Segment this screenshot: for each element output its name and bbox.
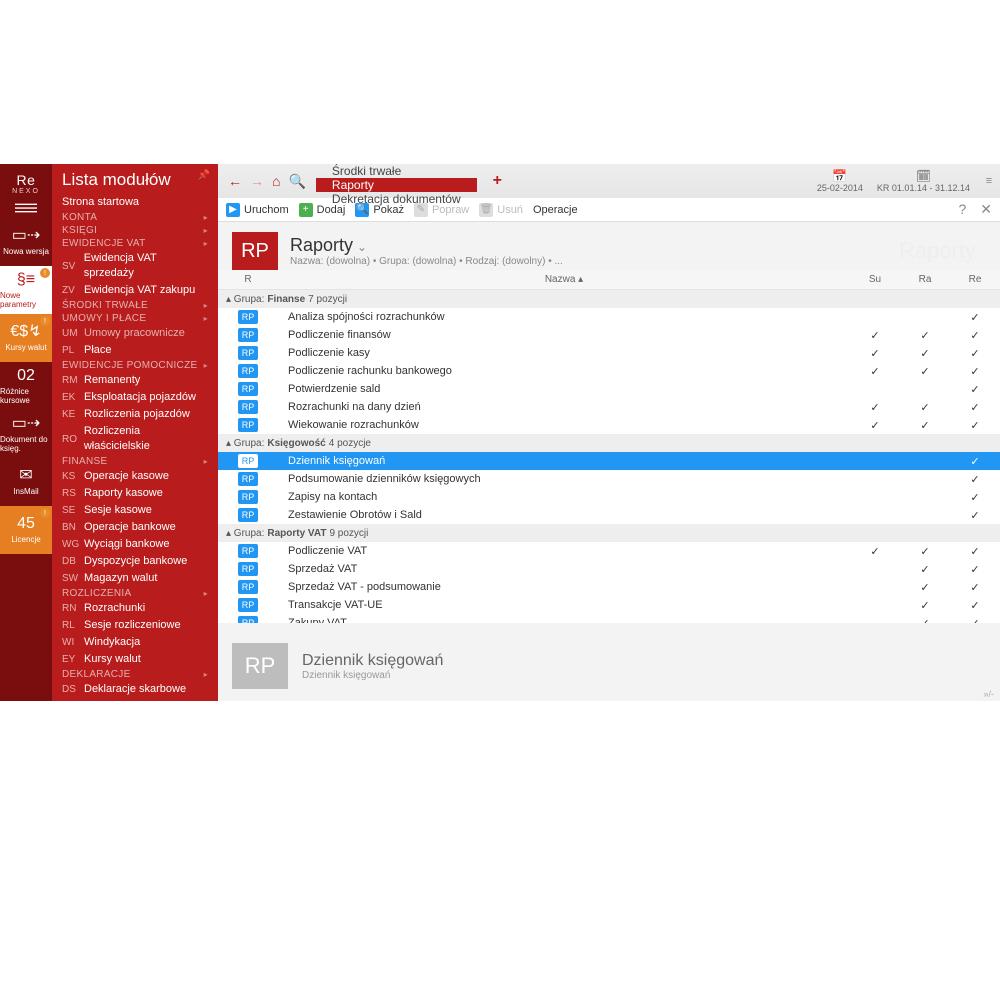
sidebar-item[interactable]: KSOperacje kasowe [52, 468, 218, 485]
nav-search-icon[interactable]: 🔍 [288, 173, 305, 190]
chevron-down-icon: ⌄ [357, 240, 367, 254]
sidebar-item[interactable]: RSRaporty kasowe [52, 485, 218, 502]
tab[interactable]: Środki trwałe [316, 164, 477, 178]
nav-home-icon[interactable]: ⌂ [272, 173, 280, 189]
action-run[interactable]: ▶Uruchom [226, 203, 289, 217]
grid-row[interactable]: RPAnaliza spójności rozrachunków [218, 308, 1000, 326]
grid-row[interactable]: RPZestawienie Obrotów i Sald [218, 506, 1000, 524]
rail-item[interactable]: §≡Nowe parametry! [0, 266, 52, 314]
grid-row[interactable]: RPRozrachunki na dany dzień [218, 398, 1000, 416]
date-picker-1[interactable]: 📅25-02-2014 [817, 169, 863, 193]
sidebar-home[interactable]: Strona startowa [52, 194, 218, 211]
grid-header[interactable]: R Nazwa ▴ Su Ra Re [218, 270, 1000, 290]
rail-item[interactable]: ▭⇢Nowa wersja [0, 218, 52, 266]
grid-group-header[interactable]: ▴ Grupa: Księgowość 4 pozycje [218, 434, 1000, 452]
sidebar-item[interactable]: SVEwidencja VAT sprzedaży [52, 250, 218, 282]
rail-item[interactable]: ▭⇢Dokument do księg. [0, 410, 52, 458]
detail-badge: RP [232, 643, 288, 689]
sidebar-item[interactable]: ZVEwidencja VAT zakupu [52, 282, 218, 299]
tab-add-button[interactable]: + [477, 164, 518, 198]
sidebar-item[interactable]: KERozliczenia pojazdów [52, 406, 218, 423]
view-title[interactable]: Raporty⌄ [290, 235, 563, 256]
sidebar-category[interactable]: EWIDENCJE VAT [52, 237, 218, 250]
sidebar-item[interactable]: DYDeklaracje ZUS [52, 698, 218, 701]
sidebar-item[interactable]: UMUmowy pracownicze [52, 325, 218, 342]
sidebar-item[interactable]: SESesje kasowe [52, 502, 218, 519]
date-range-picker[interactable]: 🗓KR 01.01.14 - 31.12.14 [877, 169, 970, 193]
sidebar-category[interactable]: KONTA [52, 211, 218, 224]
action-edit[interactable]: ✎Popraw [414, 203, 469, 217]
app-logo: Re NEXO [0, 164, 52, 198]
sidebar-category[interactable]: KSIĘGI [52, 224, 218, 237]
sidebar-item[interactable]: EYKursy walut [52, 651, 218, 668]
grid-row[interactable]: RPWiekowanie rozrachunków [218, 416, 1000, 434]
sidebar-category[interactable]: EWIDENCJE POMOCNICZE [52, 359, 218, 372]
tabbar-menu-icon[interactable]: ≡ [978, 164, 1000, 198]
help-icon[interactable]: ? [958, 201, 966, 218]
sidebar-category[interactable]: DEKLARACJE [52, 668, 218, 681]
view-watermark: Raporty [899, 238, 986, 264]
tab-bar: ← → ⌂ 🔍 Środki trwałeRaportyDekretacja d… [218, 164, 1000, 198]
rail-item[interactable]: ✉InsMail [0, 458, 52, 506]
detail-panel: RP Dziennik księgowań Dziennik księgowań… [218, 631, 1000, 701]
detail-subtitle: Dziennik księgowań [302, 670, 443, 681]
sidebar-category[interactable]: ROZLICZENIA [52, 587, 218, 600]
grid-group-header[interactable]: ▴ Grupa: Finanse 7 pozycji [218, 290, 1000, 308]
main-area: ← → ⌂ 🔍 Środki trwałeRaportyDekretacja d… [218, 164, 1000, 701]
action-delete[interactable]: 🗑Usuń [479, 203, 523, 217]
rail-item[interactable]: €$↯Kursy walut! [0, 314, 52, 362]
module-sidebar: 📌 Lista modułów Strona startowa KONTAKSI… [52, 164, 218, 701]
grid-row[interactable]: RPPodliczenie kasy [218, 344, 1000, 362]
pin-icon[interactable]: 📌 [198, 170, 210, 181]
report-grid[interactable]: R Nazwa ▴ Su Ra Re ▴ Grupa: Finanse 7 po… [218, 270, 1000, 623]
grid-row[interactable]: RPSprzedaż VAT - podsumowanie [218, 578, 1000, 596]
grid-row[interactable]: RPPodliczenie finansów [218, 326, 1000, 344]
rail-stripe-icon[interactable] [0, 198, 52, 218]
grid-row[interactable]: RPPodsumowanie dzienników księgowych [218, 470, 1000, 488]
action-show[interactable]: 🔍Pokaż [355, 203, 404, 217]
sidebar-item[interactable]: RNRozrachunki [52, 600, 218, 617]
sidebar-item[interactable]: SWMagazyn walut [52, 570, 218, 587]
sidebar-item[interactable]: RORozliczenia właścicielskie [52, 423, 218, 455]
grid-row[interactable]: RPPotwierdzenie sald [218, 380, 1000, 398]
detail-corner: »/- [983, 689, 994, 699]
sidebar-item[interactable]: DBDyspozycje bankowe [52, 553, 218, 570]
nav-forward-icon[interactable]: → [250, 173, 264, 189]
tab[interactable]: Raporty [316, 178, 477, 192]
grid-row[interactable]: RPSprzedaż VAT [218, 560, 1000, 578]
close-icon[interactable]: ✕ [980, 201, 992, 218]
sidebar-item[interactable]: DSDeklaracje skarbowe [52, 681, 218, 698]
grid-row[interactable]: RPDziennik księgowań [218, 452, 1000, 470]
sidebar-item[interactable]: RLSesje rozliczeniowe [52, 617, 218, 634]
filter-crumbs[interactable]: Nazwa: (dowolna) • Grupa: (dowolna) • Ro… [290, 256, 563, 267]
sidebar-item[interactable]: WIWindykacja [52, 634, 218, 651]
nav-back-icon[interactable]: ← [228, 173, 242, 189]
grid-row[interactable]: RPPodliczenie VAT [218, 542, 1000, 560]
rail-item[interactable]: 45Licencje! [0, 506, 52, 554]
view-badge: RP [232, 232, 278, 270]
grid-row[interactable]: RPTransakcje VAT-UE [218, 596, 1000, 614]
sidebar-category[interactable]: FINANSE [52, 455, 218, 468]
sidebar-title: Lista modułów [52, 164, 218, 194]
grid-row[interactable]: RPPodliczenie rachunku bankowego [218, 362, 1000, 380]
action-add[interactable]: +Dodaj [299, 203, 346, 217]
sidebar-item[interactable]: WGWyciągi bankowe [52, 536, 218, 553]
rail-item[interactable]: 02Różnice kursowe [0, 362, 52, 410]
sidebar-item[interactable]: RMRemanenty [52, 372, 218, 389]
detail-title: Dziennik księgowań [302, 652, 443, 670]
sidebar-item[interactable]: PLPłace [52, 342, 218, 359]
grid-group-header[interactable]: ▴ Grupa: Raporty VAT 9 pozycji [218, 524, 1000, 542]
action-operations[interactable]: Operacje [533, 204, 578, 216]
action-toolbar: ▶Uruchom +Dodaj 🔍Pokaż ✎Popraw 🗑Usuń Ope… [218, 198, 1000, 222]
grid-row[interactable]: RPZapisy na kontach [218, 488, 1000, 506]
sidebar-category[interactable]: UMOWY I PŁACE [52, 312, 218, 325]
grid-row[interactable]: RPZakupy VAT [218, 614, 1000, 623]
sidebar-item[interactable]: BNOperacje bankowe [52, 519, 218, 536]
icon-rail: Re NEXO ▭⇢Nowa wersja§≡Nowe parametry!€$… [0, 164, 52, 701]
sidebar-category[interactable]: ŚRODKI TRWAŁE [52, 299, 218, 312]
sidebar-item[interactable]: EKEksploatacja pojazdów [52, 389, 218, 406]
